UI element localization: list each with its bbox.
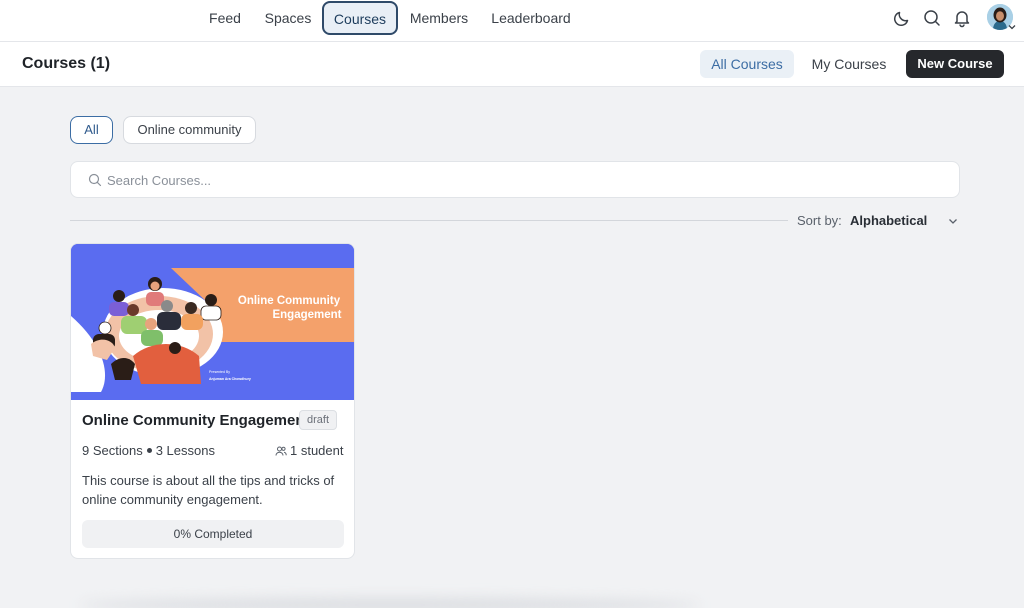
card-shadow — [80, 598, 700, 608]
chevron-down-icon — [1008, 25, 1016, 30]
course-description: This course is about all the tips and tr… — [82, 473, 335, 507]
lessons-count: 3 Lessons — [155, 443, 215, 458]
search-icon — [88, 173, 102, 187]
sections-count: 9 Sections — [82, 443, 143, 458]
nav-courses[interactable]: Courses — [322, 1, 398, 35]
sort-select[interactable]: Alphabetical — [850, 213, 927, 228]
chevron-down-icon[interactable] — [947, 215, 959, 227]
nav-members[interactable]: Members — [404, 0, 474, 36]
students-count: 1 student — [290, 443, 344, 458]
divider — [70, 220, 788, 221]
progress-bar: 0% Completed — [82, 520, 344, 548]
new-course-button[interactable]: New Course — [906, 50, 1004, 78]
nav-spaces[interactable]: Spaces — [258, 0, 318, 36]
thumbnail-title-line2: Engagement — [272, 309, 341, 321]
search-icon[interactable] — [922, 8, 942, 28]
search-input[interactable] — [107, 170, 947, 190]
thumbnail-title-line1: Online Community — [238, 295, 341, 307]
course-meta: 9 Sections 3 Lessons — [82, 443, 215, 458]
course-title[interactable]: Online Community Engagement — [82, 412, 310, 429]
page-title: Courses (1) — [22, 55, 111, 72]
search-bar — [70, 161, 960, 198]
bell-icon[interactable] — [952, 8, 972, 28]
course-card[interactable]: Online Community Engagement Presented By… — [70, 243, 355, 559]
separator-dot — [146, 448, 152, 454]
filter-online-community[interactable]: Online community — [123, 116, 256, 144]
all-courses-button[interactable]: All Courses — [700, 50, 794, 78]
progress-label: 0% Completed — [173, 527, 253, 541]
students-count-wrap: 1 student — [275, 443, 344, 458]
nav-leaderboard[interactable]: Leaderboard — [484, 0, 578, 36]
top-navigation: Feed Spaces Courses Members Leaderboard — [0, 0, 1024, 42]
course-thumbnail: Online Community Engagement Presented By… — [71, 244, 354, 400]
my-courses-button[interactable]: My Courses — [802, 50, 896, 78]
status-badge: draft — [299, 410, 338, 430]
sort-label: Sort by: — [797, 213, 842, 228]
moon-icon[interactable] — [892, 8, 912, 28]
courses-header: Courses (1) All Courses My Courses New C… — [0, 42, 1024, 87]
nav-feed[interactable]: Feed — [200, 0, 250, 36]
filter-all[interactable]: All — [70, 116, 113, 144]
users-icon — [275, 446, 287, 456]
